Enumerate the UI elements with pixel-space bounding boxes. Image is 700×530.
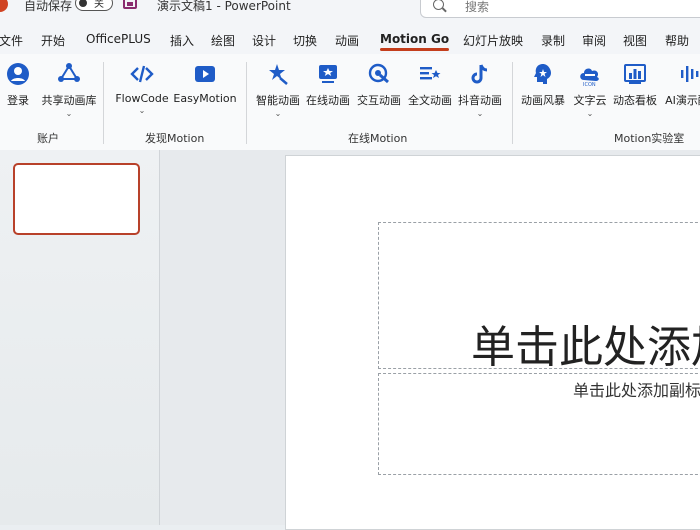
word-cloud-button[interactable]: ICON 文字云 ⌄ [570, 62, 610, 118]
autosave-state: 关 [94, 0, 104, 10]
tab-transitions[interactable]: 切换 [293, 32, 317, 49]
subtitle-placeholder-text: 单击此处添加副标题 [573, 381, 700, 400]
flowcode-button[interactable]: FlowCode ⌄ [115, 62, 169, 115]
chevron-down-icon: ⌄ [138, 106, 146, 115]
tab-record[interactable]: 录制 [541, 32, 565, 49]
group-separator [246, 62, 247, 144]
full-text-animation-label: 全文动画 [408, 94, 452, 107]
group-label-discover-motion: 发现Motion [145, 132, 205, 145]
chevron-down-icon: ⌄ [476, 109, 484, 118]
tab-help[interactable]: 帮助 [665, 32, 689, 49]
tiktok-animation-label: 抖音动画 [458, 94, 502, 107]
ai-voice-icon [681, 66, 699, 82]
tab-home[interactable]: 开始 [41, 32, 65, 49]
powerpoint-logo-icon [0, 0, 8, 12]
interactive-animation-label: 交互动画 [357, 94, 401, 107]
brain-icon [534, 64, 551, 84]
tab-animations[interactable]: 动画 [335, 32, 359, 49]
svg-text:ICON: ICON [583, 82, 596, 86]
tab-officeplus[interactable]: OfficePLUS [86, 32, 151, 46]
shared-library-label: 共享动画库 [41, 94, 97, 107]
full-text-animation-button[interactable]: 全文动画 [407, 62, 453, 108]
login-label: 登录 [7, 94, 29, 107]
tab-motion-go[interactable]: Motion Go [380, 32, 450, 51]
code-icon [130, 65, 154, 83]
full-text-icon [420, 67, 441, 80]
video-icon [195, 66, 215, 82]
ribbon-tabs: 文件 开始 OfficePLUS 插入 绘图 设计 切换 动画 Motion G… [0, 28, 700, 54]
share-icon [58, 63, 80, 82]
animation-storm-label: 动画风暴 [521, 94, 565, 107]
search-input[interactable]: 搜索 [420, 0, 700, 18]
magic-star-icon [269, 64, 288, 85]
dynamic-dashboard-label: 动态看板 [613, 94, 657, 107]
easymotion-button[interactable]: EasyMotion [173, 62, 237, 105]
group-label-account: 账户 [37, 132, 59, 145]
interactive-animation-button[interactable]: 交互动画 [356, 62, 402, 108]
tab-slideshow[interactable]: 幻灯片放映 [463, 32, 523, 49]
ai-presentation-label: AI演示酷 [665, 94, 700, 107]
user-icon [7, 63, 29, 85]
search-icon [433, 0, 444, 10]
document-title: 演示文稿1 - PowerPoint [157, 0, 291, 13]
dashboard-icon [624, 64, 646, 84]
title-placeholder[interactable]: 单击此处添加标题 [378, 222, 700, 369]
tiktok-animation-button[interactable]: 抖音动画 ⌄ [457, 62, 503, 118]
tab-draw[interactable]: 绘图 [211, 32, 235, 49]
autosave-label: 自动保存 [24, 0, 73, 13]
ribbon: 登录 共享动画库 ⌄ 账户 FlowCode ⌄ EasyMotion 发现Mo… [0, 54, 700, 151]
chevron-down-icon: ⌄ [65, 109, 73, 118]
smart-animation-button[interactable]: 智能动画 ⌄ [255, 62, 301, 118]
group-separator [512, 62, 513, 144]
word-cloud-label: 文字云 [573, 94, 607, 107]
online-animation-icon [319, 65, 337, 83]
search-placeholder: 搜索 [465, 0, 490, 14]
online-animation-button[interactable]: 在线动画 [305, 62, 351, 108]
online-animation-label: 在线动画 [306, 94, 350, 107]
slide-thumbnail[interactable] [13, 163, 140, 235]
chevron-down-icon: ⌄ [274, 109, 282, 118]
group-label-motion-lab: Motion实验室 [614, 132, 685, 145]
login-button[interactable]: 登录 [4, 62, 32, 108]
dynamic-dashboard-button[interactable]: 动态看板 [612, 62, 658, 108]
animation-storm-button[interactable]: 动画风暴 [520, 62, 566, 108]
tab-view[interactable]: 视图 [623, 32, 647, 49]
flowcode-label: FlowCode [115, 92, 169, 105]
subtitle-placeholder[interactable]: 单击此处添加副标题 [378, 373, 700, 475]
interactive-icon [368, 63, 389, 84]
ai-presentation-button[interactable]: AI演示酷 [662, 62, 700, 108]
shared-library-button[interactable]: 共享动画库 ⌄ [40, 62, 98, 118]
title-bar: 自动保存 关 演示文稿1 - PowerPoint 搜索 [0, 0, 700, 28]
smart-animation-label: 智能动画 [256, 94, 300, 107]
toggle-knob [79, 0, 87, 7]
tab-file[interactable]: 文件 [0, 32, 23, 49]
save-icon[interactable] [123, 0, 137, 9]
easymotion-label: EasyMotion [173, 92, 237, 105]
tab-design[interactable]: 设计 [252, 32, 276, 49]
title-placeholder-text: 单击此处添加标题 [471, 322, 700, 369]
tiktok-icon [471, 64, 488, 84]
autosave-toggle[interactable]: 关 [75, 0, 113, 11]
group-label-online-motion: 在线Motion [348, 132, 408, 145]
slide-thumbnail-panel [0, 150, 160, 525]
tab-insert[interactable]: 插入 [170, 32, 194, 49]
chevron-down-icon: ⌄ [586, 109, 594, 118]
word-cloud-icon: ICON [580, 68, 599, 86]
group-separator [103, 62, 104, 144]
tab-review[interactable]: 审阅 [582, 32, 606, 49]
